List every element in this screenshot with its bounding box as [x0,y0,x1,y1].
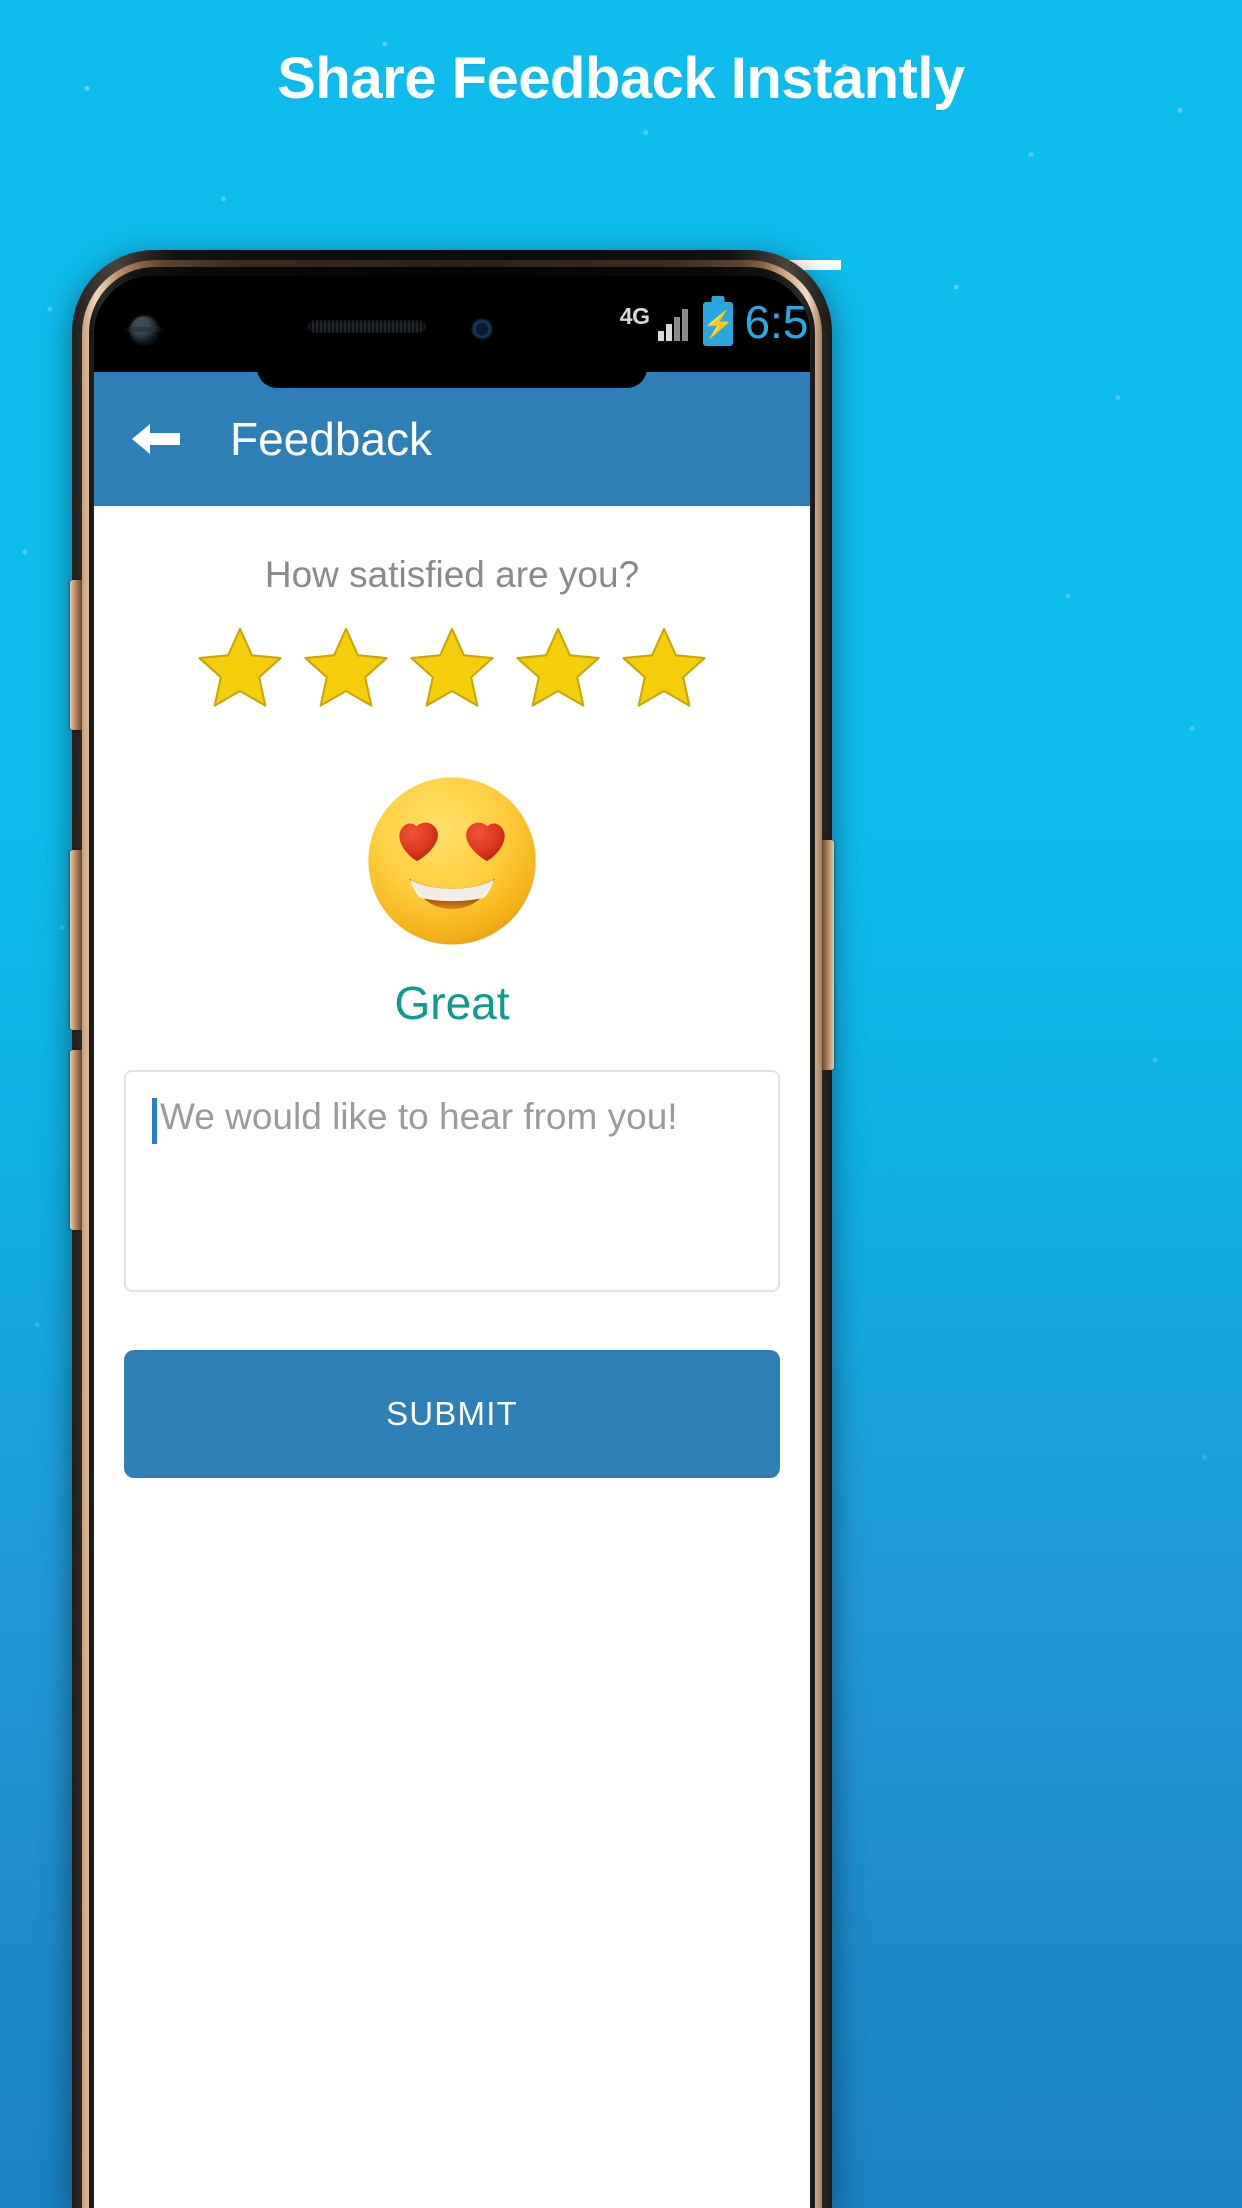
promo-headline: Share Feedback Instantly [277,46,965,111]
phone-button-volume-up[interactable] [70,850,82,1030]
star-icon-5[interactable] [618,622,710,714]
phone-button-silent-switch[interactable] [70,580,82,730]
app-content: Feedback How satisfied are you? Great We… [94,372,810,2208]
proximity-sensor-icon [471,318,493,340]
status-bar-clock: 6:50 [744,296,810,348]
star-icon-3[interactable] [406,622,498,714]
text-cursor [152,1098,157,1144]
battery-charging-icon: ⚡ [702,302,735,346]
status-bar-notch [257,368,647,388]
phone-button-volume-down[interactable] [70,1050,82,1230]
star-icon-1[interactable] [194,622,286,714]
status-bar-indicators: 4G ⚡ 6:50 [619,276,810,372]
back-arrow-icon[interactable] [124,407,188,471]
star-icon-2[interactable] [300,622,392,714]
earpiece-speaker-icon [308,320,426,333]
submit-button[interactable]: SUBMIT [124,1350,780,1478]
phone-mockup: 4G ⚡ 6:50 Feedback How s [70,250,834,2208]
comment-placeholder: We would like to hear from you! [160,1096,678,1137]
rating-emoji-wrap [94,772,810,950]
comment-input[interactable]: We would like to hear from you! [124,1070,780,1292]
rating-label: Great [394,977,510,1029]
smiling-face-with-heart-eyes-icon [368,777,536,945]
page-title: Feedback [230,413,433,465]
front-camera-icon [122,316,166,344]
star-icon-4[interactable] [512,622,604,714]
satisfaction-question: How satisfied are you? [264,554,640,595]
app-bar: Feedback [94,372,810,506]
network-type-label: 4G [619,302,650,329]
signal-bars-icon [658,307,694,341]
phone-screen: 4G ⚡ 6:50 Feedback How s [94,276,810,2208]
phone-button-power[interactable] [822,840,834,1070]
star-rating[interactable] [94,622,810,714]
android-status-bar: 4G ⚡ 6:50 [94,276,810,372]
